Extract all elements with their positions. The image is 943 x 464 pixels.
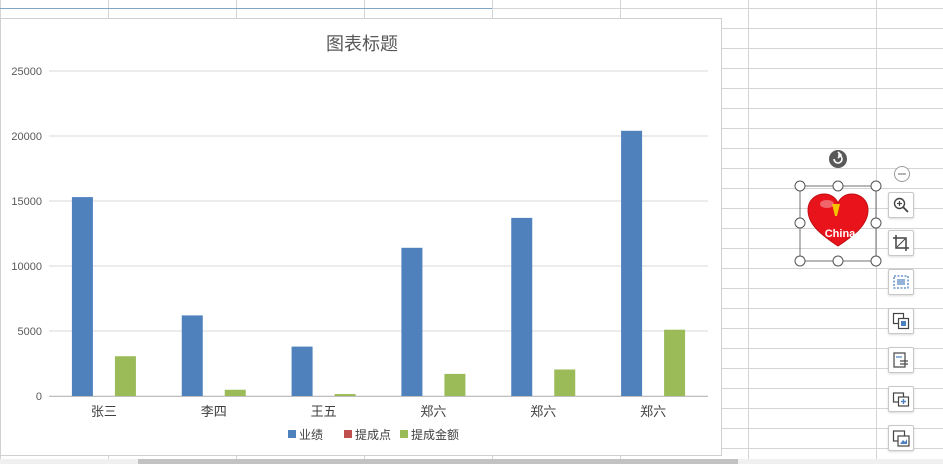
ocr-button[interactable] xyxy=(888,308,914,334)
bar-yeji[interactable] xyxy=(181,315,203,396)
resize-handle[interactable] xyxy=(794,255,806,267)
bar-chart: 0 5000 10000 15000 20000 25000 张三 李四 王五 郑六 郑六 郑六业绩 提… xyxy=(11,66,708,442)
resize-handle[interactable] xyxy=(832,180,844,192)
resize-handle[interactable] xyxy=(794,217,806,229)
x-tick-label: 王五 xyxy=(311,405,337,420)
zoom-button[interactable] xyxy=(888,192,914,218)
bar-yeji[interactable] xyxy=(401,247,423,396)
chart-area[interactable]: 0 5000 10000 15000 20000 25000 张三 李四 王五 郑六 郑六 郑六业绩 提… xyxy=(0,18,722,456)
legend-swatch xyxy=(288,430,296,438)
bar-ticheng-jine[interactable] xyxy=(114,356,136,396)
y-tick-label: 5000 xyxy=(18,326,42,338)
bar-yeji[interactable] xyxy=(71,197,93,396)
bar-ticheng-jine[interactable] xyxy=(554,369,576,396)
collapse-icon[interactable] xyxy=(893,165,911,183)
resize-handle[interactable] xyxy=(794,180,806,192)
bar-yeji[interactable] xyxy=(511,217,533,396)
legend-swatch xyxy=(400,430,408,438)
bar-yeji[interactable] xyxy=(621,130,643,397)
crop-icon xyxy=(893,235,909,251)
legend-entry[interactable]: 业绩 xyxy=(299,428,323,442)
bar-ticheng-jine[interactable] xyxy=(664,329,686,396)
y-tick-label: 25000 xyxy=(11,66,42,78)
y-tick-label: 0 xyxy=(36,391,42,403)
legend-swatch xyxy=(344,430,352,438)
bar-ticheng-jine[interactable] xyxy=(444,373,466,396)
y-tick-label: 10000 xyxy=(11,261,42,273)
text-extract-icon xyxy=(893,352,908,368)
bar-yeji[interactable] xyxy=(291,346,313,396)
copy-image-icon xyxy=(892,392,910,407)
image-label: China xyxy=(825,228,856,240)
zoom-icon xyxy=(893,197,909,213)
y-tick-label: 20000 xyxy=(11,131,42,143)
selected-picture[interactable]: China xyxy=(790,148,886,272)
bar-ticheng-jine[interactable] xyxy=(224,389,246,396)
crop-button[interactable] xyxy=(888,230,914,256)
horizontal-scrollbar[interactable] xyxy=(0,459,943,464)
bar-ticheng-jine[interactable] xyxy=(334,394,356,396)
x-tick-label: 李四 xyxy=(201,405,227,420)
resize-handle[interactable] xyxy=(832,255,844,267)
x-tick-label: 郑六 xyxy=(640,405,666,420)
chart-title[interactable]: 图表标题 xyxy=(1,30,723,56)
image-adjust-icon xyxy=(893,275,909,289)
resize-handle[interactable] xyxy=(870,217,882,229)
legend-entry[interactable]: 提成金额 xyxy=(411,427,459,442)
scrollbar-thumb[interactable] xyxy=(138,459,738,464)
y-tick-label: 15000 xyxy=(11,196,42,208)
x-tick-label: 郑六 xyxy=(420,405,446,420)
copy-image-button[interactable] xyxy=(888,386,914,412)
replace-image-icon xyxy=(892,430,910,447)
resize-handle[interactable] xyxy=(870,180,882,192)
replace-image-button[interactable] xyxy=(888,425,914,451)
text-extract-button[interactable] xyxy=(888,347,914,373)
resize-handle[interactable] xyxy=(870,255,882,267)
x-tick-label: 郑六 xyxy=(530,405,556,420)
legend-entry[interactable]: 提成点 xyxy=(355,427,391,442)
ocr-icon xyxy=(892,312,910,330)
image-adjust-button[interactable] xyxy=(888,269,914,295)
x-tick-label: 张三 xyxy=(91,405,117,420)
